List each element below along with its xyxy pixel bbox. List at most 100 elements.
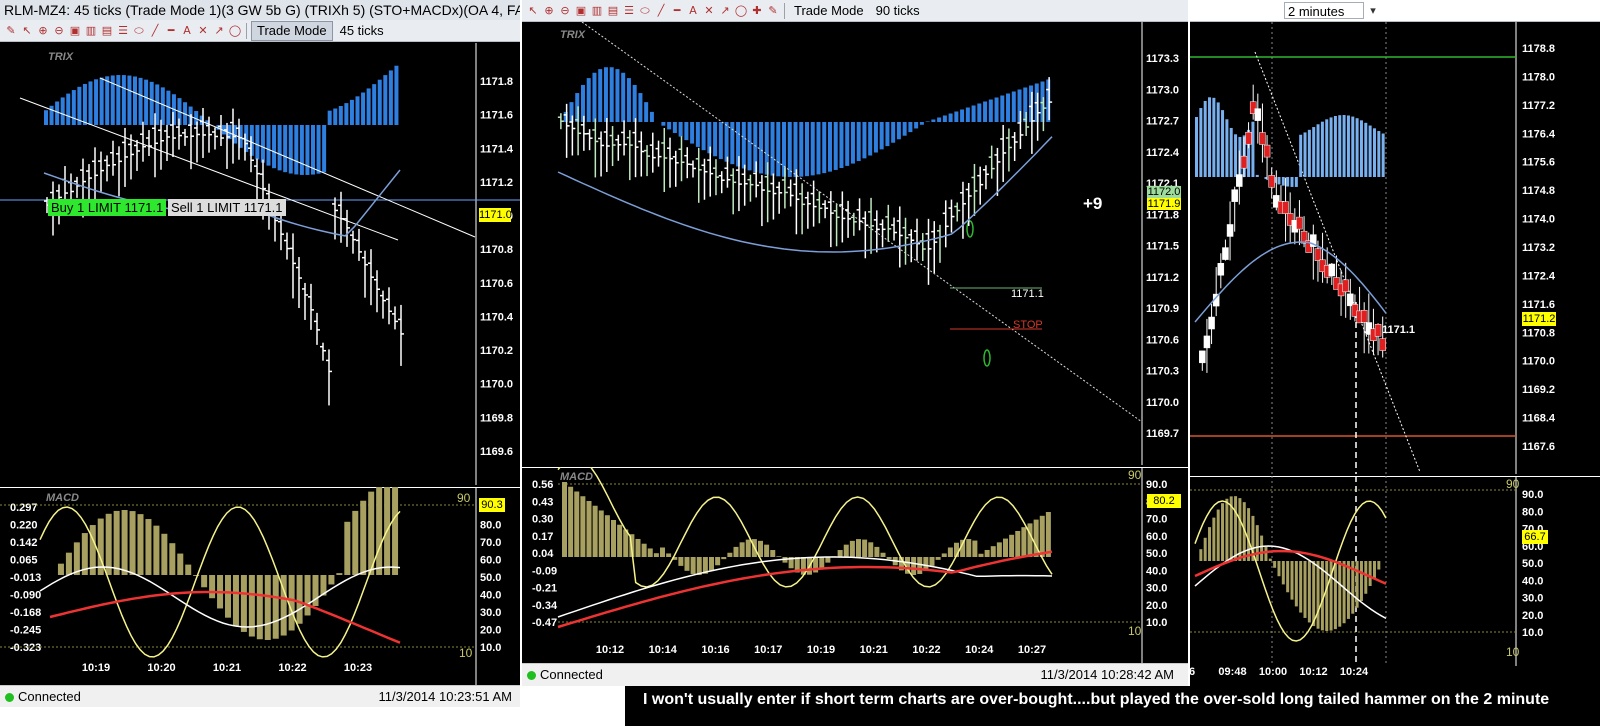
zoom-in-icon[interactable]: ⊕ [36, 24, 50, 38]
chart-style-icon[interactable]: ▣ [68, 24, 82, 38]
data-box-icon[interactable]: ▤ [100, 24, 114, 38]
macd-histogram-bar [947, 547, 953, 557]
trix-bar [344, 103, 349, 125]
trix-bar [845, 122, 850, 166]
data-box-icon[interactable]: ▤ [606, 4, 620, 18]
trix-bar [1011, 91, 1016, 122]
trix-bar [1234, 134, 1238, 177]
macd-histogram-bar [1247, 508, 1251, 561]
trix-bar [850, 122, 855, 164]
pointer-icon[interactable]: ✎ [4, 24, 18, 38]
macd-histogram-bar [1234, 496, 1238, 561]
trix-bar [684, 122, 689, 141]
trix-bar [1372, 128, 1376, 177]
macd-histogram-bar [604, 515, 610, 557]
level-high-label: 90 [457, 491, 471, 505]
buy-limit-order[interactable]: Buy 1 LIMIT 1171.1 [48, 199, 167, 216]
trix-bar [925, 121, 930, 122]
properties-icon[interactable]: ☰ [622, 4, 636, 18]
trix-bar [1377, 131, 1381, 177]
arrow-tool-icon[interactable]: ↗ [718, 4, 732, 18]
y-tick-label: 1175.6 [1522, 157, 1555, 169]
macd-histogram-bar [328, 575, 335, 585]
trix-bar [1208, 97, 1212, 177]
macd-histogram-bar [721, 557, 727, 560]
order-level-label: 1171.1 [1382, 324, 1416, 336]
cursor-icon[interactable]: ↖ [20, 24, 34, 38]
y-tick-label: 60.0 [480, 555, 501, 567]
horizontal-line-icon[interactable]: ━ [670, 4, 684, 18]
trade-mode-button[interactable]: Trade Mode [789, 3, 869, 18]
trade-mode-button[interactable]: Trade Mode [251, 20, 333, 41]
y-tick-label: 0.065 [10, 555, 38, 567]
interval-select[interactable]: 2 minutes [1284, 2, 1364, 19]
macd-histogram-bar [272, 575, 279, 639]
y-tick-label: 40.0 [480, 590, 501, 602]
text-tool-icon[interactable]: A [180, 24, 194, 38]
remove-icon[interactable]: ✕ [702, 4, 716, 18]
bar-type-icon[interactable]: ▥ [590, 4, 604, 18]
zoom-out-icon[interactable]: ⊖ [558, 4, 572, 18]
trix-bar [355, 96, 360, 125]
y-tick-label: 1176.4 [1522, 128, 1556, 140]
drawing-icon[interactable]: ⬭ [638, 4, 652, 18]
interval-label[interactable]: 90 ticks [871, 3, 925, 18]
y-tick-label: 1171.2 [480, 177, 513, 189]
trix-bar [1221, 110, 1225, 177]
trix-bar [879, 122, 884, 150]
trix-bar [793, 122, 798, 177]
trix-bar [260, 125, 265, 163]
marker-icon[interactable]: ✚ [750, 4, 764, 18]
macd-histogram-bar [843, 544, 849, 557]
trix-bar [1351, 116, 1355, 177]
trix-bar [1316, 124, 1320, 177]
macd-histogram-bar [1333, 561, 1337, 630]
ellipse-icon[interactable]: ◯ [228, 24, 242, 38]
y-tick-label: 1169.2 [1522, 384, 1555, 396]
trix-bar [805, 122, 809, 177]
trix-bar [1251, 121, 1255, 177]
trix-bar [1364, 122, 1368, 177]
text-tool-icon[interactable]: A [686, 4, 700, 18]
trix-bar [759, 122, 764, 174]
trix-bar [960, 109, 965, 122]
chevron-down-icon[interactable]: ▾ [1366, 4, 1380, 18]
zoom-in-icon[interactable]: ⊕ [542, 4, 556, 18]
chart-style-icon[interactable]: ▣ [574, 4, 588, 18]
middle-price-chart: TRIX1173.31173.01172.71172.41172.11171.8… [557, 22, 1180, 465]
macd-histogram-bar [376, 487, 383, 575]
price-candle [1203, 335, 1211, 349]
y-tick-label: 80.0 [480, 520, 501, 532]
cursor-icon[interactable]: ↖ [526, 4, 540, 18]
zoom-out-icon[interactable]: ⊖ [52, 24, 66, 38]
trix-bar [288, 125, 293, 174]
pencil-icon[interactable]: ✎ [766, 4, 780, 18]
macd-histogram-bar [1372, 561, 1376, 578]
trix-bar [272, 125, 277, 169]
bar-type-icon[interactable]: ▥ [84, 24, 98, 38]
price-candle [1379, 338, 1386, 351]
macd-histogram-bar [169, 543, 176, 575]
macd-histogram-bar [264, 575, 271, 640]
arrow-tool-icon[interactable]: ↗ [212, 24, 226, 38]
trix-bar [1006, 93, 1011, 122]
interval-label[interactable]: 45 ticks [335, 23, 389, 38]
macd-histogram-bar [1003, 538, 1008, 557]
line-tool-icon[interactable]: ╱ [148, 24, 162, 38]
trix-bar [1277, 177, 1281, 185]
trix-bar [394, 65, 399, 125]
properties-icon[interactable]: ☰ [116, 24, 130, 38]
ellipse-icon[interactable]: ◯ [734, 4, 748, 18]
macd-histogram-bar [1021, 527, 1027, 557]
horizontal-line-icon[interactable]: ━ [164, 24, 178, 38]
trix-bar [338, 106, 343, 125]
trend-line [1254, 51, 1421, 473]
trix-bar [333, 108, 338, 125]
trix-bar [649, 111, 654, 122]
drawing-icon[interactable]: ⬭ [132, 24, 146, 38]
macd-histogram-bar [201, 575, 208, 588]
connection-status-icon [527, 671, 536, 681]
line-tool-icon[interactable]: ╱ [654, 4, 668, 18]
sell-limit-order[interactable]: Sell 1 LIMIT 1171.1 [168, 199, 286, 216]
remove-icon[interactable]: ✕ [196, 24, 210, 38]
